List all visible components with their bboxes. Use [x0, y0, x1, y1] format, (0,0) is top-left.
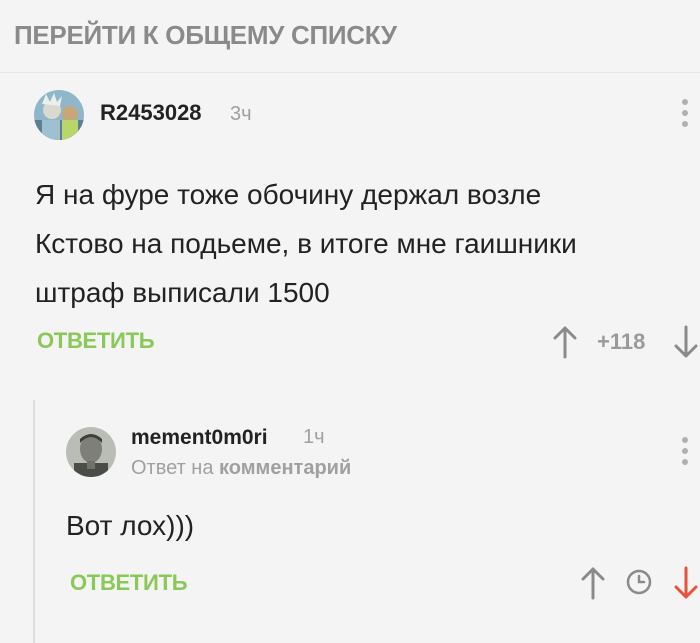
- reply-author[interactable]: mement0m0ri: [131, 426, 268, 450]
- arrow-down-icon[interactable]: [673, 325, 699, 364]
- comment-author[interactable]: R2453028: [100, 100, 202, 126]
- comment-text-line: Я на фуре тоже обочину держал возле: [35, 179, 542, 210]
- comment-text-line: Кстово на подьеме, в итоге мне гаишники: [35, 228, 577, 259]
- arrow-up-icon[interactable]: [552, 325, 578, 364]
- reply-time: 1ч: [303, 426, 325, 448]
- thread-line: [33, 400, 35, 643]
- reply-button[interactable]: ОТВЕТИТЬ: [37, 328, 155, 354]
- more-vertical-icon[interactable]: [681, 437, 689, 470]
- comment-text: Я на фуре тоже обочину держал возле Ксто…: [35, 170, 577, 317]
- arrow-up-icon[interactable]: [580, 566, 606, 605]
- arrow-down-icon[interactable]: [673, 566, 699, 605]
- avatar[interactable]: [34, 90, 84, 140]
- reply-meta-prefix: Ответ на: [131, 457, 214, 479]
- avatar-image: [66, 427, 116, 477]
- header-divider: [0, 72, 700, 73]
- clock-icon[interactable]: [625, 568, 653, 601]
- reply-parent-link[interactable]: комментарий: [219, 457, 351, 479]
- avatar[interactable]: [66, 427, 116, 477]
- back-to-list-link[interactable]: ПЕРЕЙТИ К ОБЩЕМУ СПИСКУ: [14, 20, 397, 51]
- reply-meta: Ответ на комментарий: [131, 457, 351, 480]
- comment-text-line: штраф выписали 1500: [35, 277, 330, 308]
- reply-button[interactable]: ОТВЕТИТЬ: [70, 570, 188, 596]
- reply-text: Вот лох))): [66, 510, 195, 541]
- rating-value: +118: [597, 329, 646, 354]
- avatar-image: [34, 90, 84, 140]
- comment-time: 3ч: [230, 103, 252, 125]
- more-vertical-icon[interactable]: [681, 99, 689, 132]
